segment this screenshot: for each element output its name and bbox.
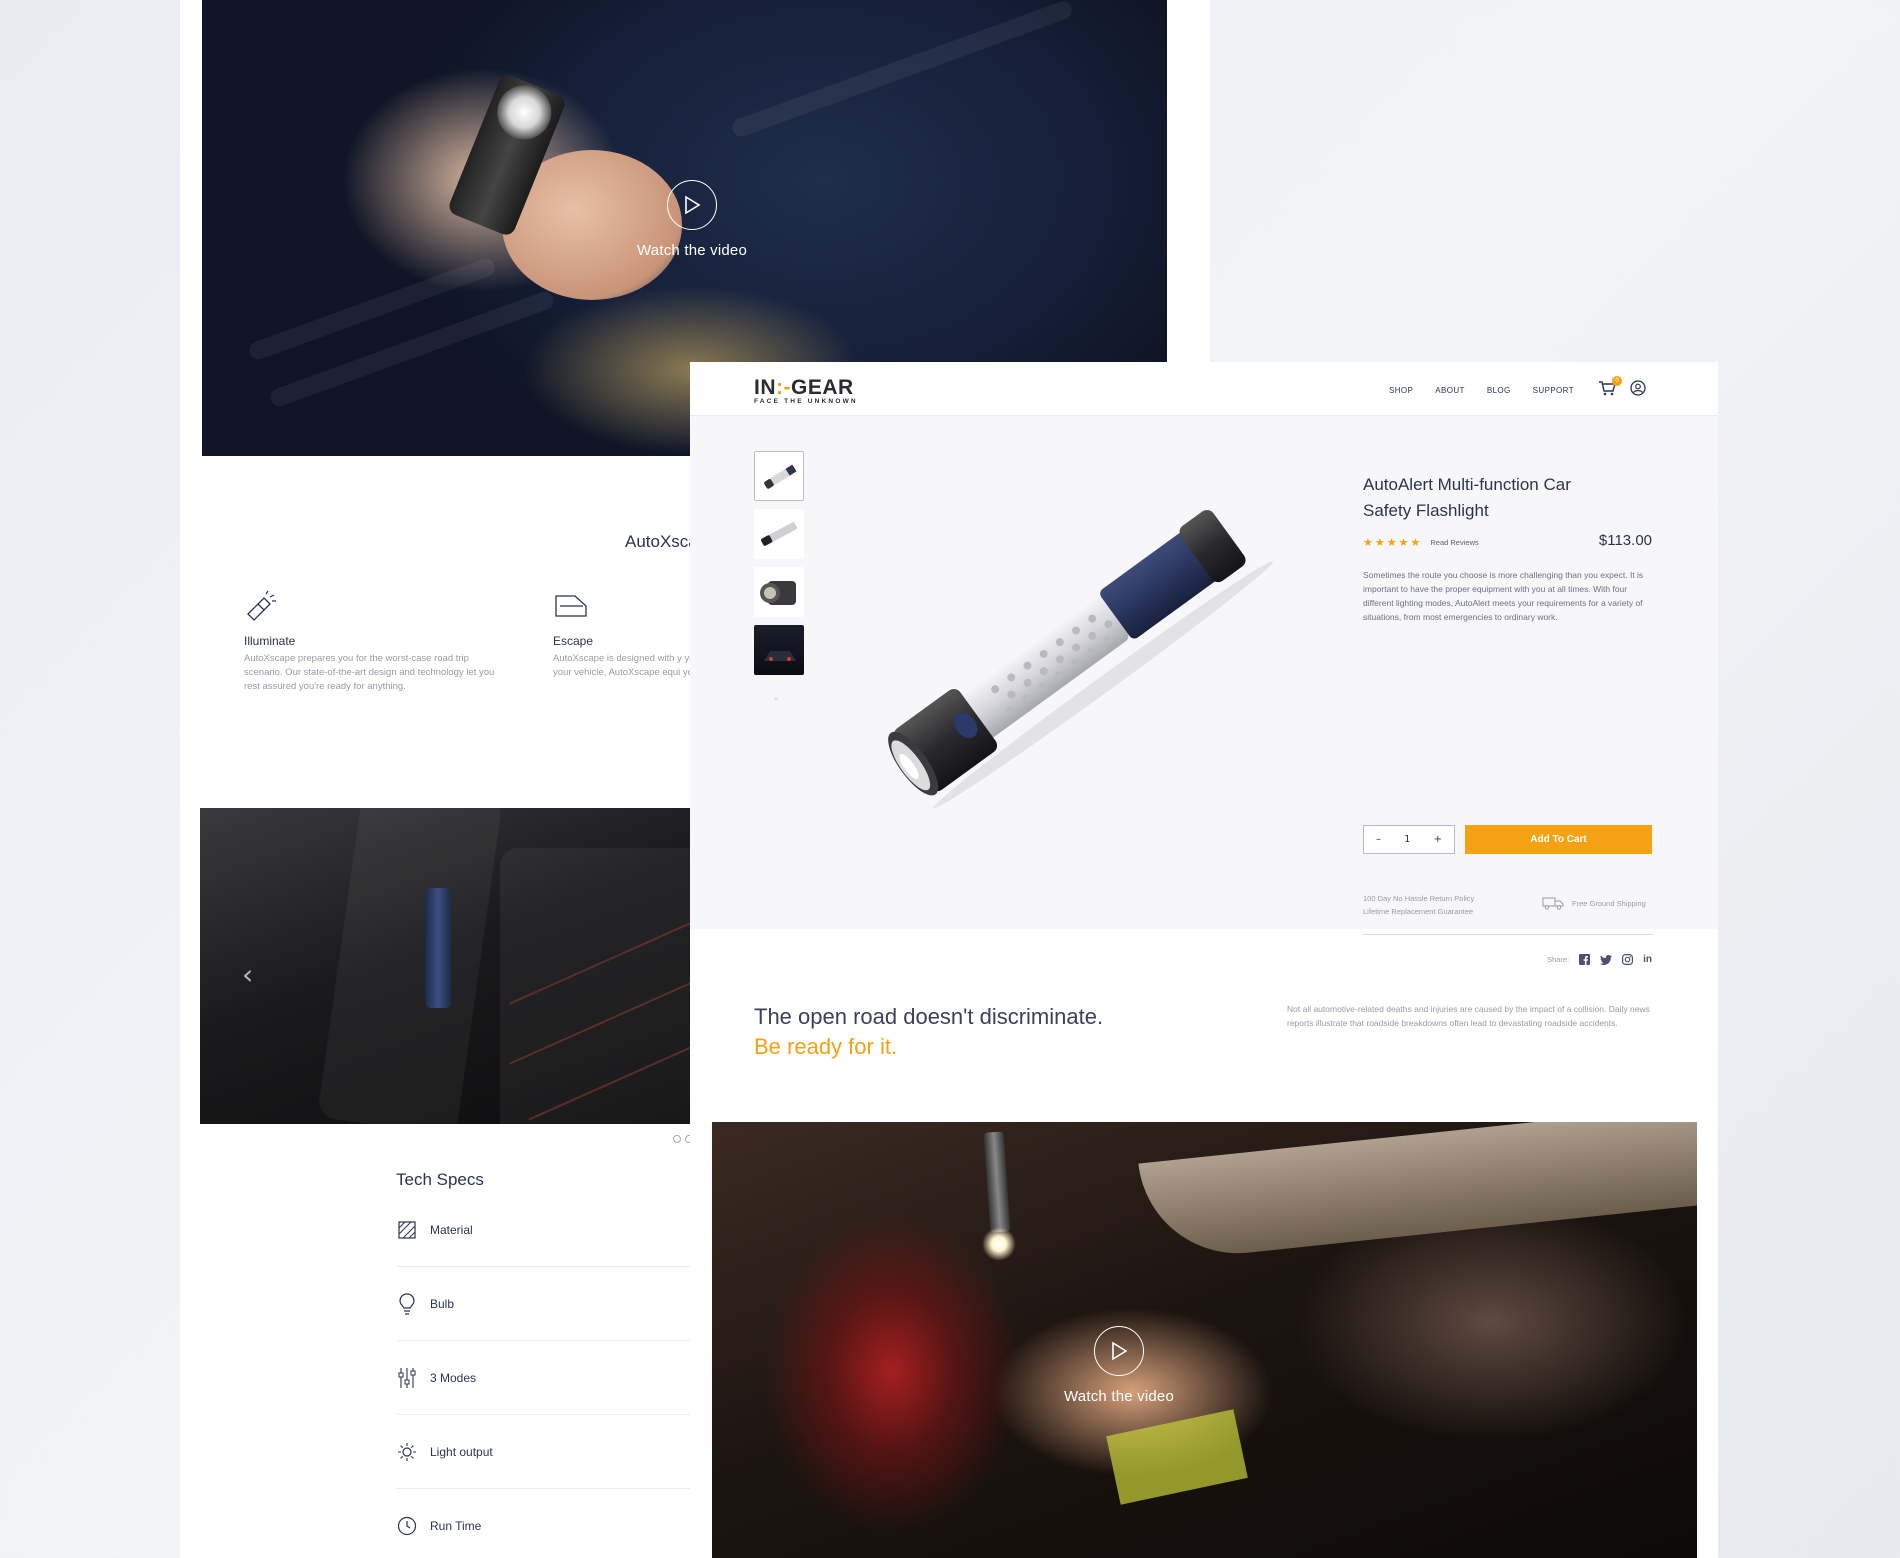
sliders-icon	[396, 1367, 418, 1389]
tagline-line-1: The open road doesn't discriminate.	[754, 1004, 1104, 1029]
hero-play[interactable]: Watch the video	[592, 180, 792, 259]
nav-support[interactable]: SUPPORT	[1533, 386, 1574, 395]
cart-count-badge: 0	[1612, 376, 1622, 386]
watch-video-label: Watch the video	[637, 242, 747, 259]
share-label: Share:	[1547, 955, 1570, 964]
star-icon: ★	[1363, 536, 1373, 549]
feature-title: Escape	[553, 634, 594, 648]
qty-value[interactable]: 1	[1404, 834, 1410, 845]
product-title: AutoAlert Multi-function Car Safety Flas…	[1363, 475, 1571, 520]
account-icon[interactable]	[1630, 380, 1646, 400]
star-icon: ★	[1386, 536, 1397, 549]
spec-row-modes: 3 Modes	[396, 1341, 696, 1415]
mounted-flashlight	[425, 888, 451, 1008]
cart-icon[interactable]: 0	[1598, 376, 1622, 400]
section-heading: AutoXsca	[625, 532, 698, 551]
feature-illuminate: Illuminate AutoXscape prepares you for t…	[244, 588, 504, 694]
tech-specs-heading: Tech Specs	[396, 1170, 484, 1189]
spec-label: Material	[430, 1222, 473, 1237]
feature-title: Illuminate	[244, 634, 296, 648]
feature-text: AutoXscape is designed with y you're str…	[553, 653, 713, 678]
clock-icon	[396, 1515, 418, 1537]
spec-row-light-output: Light output	[396, 1415, 696, 1489]
truck-icon	[1542, 897, 1564, 910]
car-door-icon	[555, 595, 587, 617]
thumbnail-3[interactable]	[754, 567, 804, 617]
material-icon	[396, 1219, 418, 1241]
logo-right: GEAR	[791, 376, 854, 399]
return-policy: 100 Day No Hassle Return Policy	[1363, 894, 1475, 903]
play-icon[interactable]	[1094, 1326, 1144, 1376]
spec-row-run-time: Run Time	[396, 1489, 696, 1558]
spec-label: 3 Modes	[430, 1370, 477, 1385]
divider	[1363, 934, 1653, 935]
star-icon: ★	[1410, 536, 1421, 549]
spec-label: Light output	[430, 1444, 493, 1459]
thumbnail-1[interactable]	[754, 451, 804, 501]
thumbnail-4[interactable]	[754, 625, 804, 675]
front-page: IN:-GEAR FACE THE UNKNOWN SHOP ABOUT BLO…	[690, 362, 1718, 1558]
qty-decrease-button[interactable]: –	[1376, 834, 1381, 845]
torch-in-video	[983, 1131, 1011, 1233]
thumbnails-down-chevron-icon[interactable]: ⌄	[772, 692, 780, 703]
top-nav: IN:-GEAR FACE THE UNKNOWN SHOP ABOUT BLO…	[690, 362, 1718, 416]
nav-about[interactable]: ABOUT	[1435, 386, 1465, 395]
feature-escape: Escape AutoXscape is designed with y you…	[553, 588, 713, 680]
watch-video-label: Watch the video	[1064, 1388, 1174, 1405]
star-icon: ★	[1374, 536, 1385, 549]
instagram-icon[interactable]	[1622, 950, 1634, 969]
logo-tagline: FACE THE UNKNOWN	[754, 398, 858, 405]
feature-text: AutoXscape prepares you for the worst-ca…	[244, 653, 495, 692]
carousel-prev-icon[interactable]: ‹	[242, 958, 253, 991]
shipping-label: Free Ground Shipping	[1572, 898, 1646, 908]
nav-icons: 0	[1598, 376, 1646, 400]
carousel-dot[interactable]	[673, 1135, 681, 1143]
interior-photo: ‹	[200, 808, 700, 1124]
tagline: The open road doesn't discriminate. Be r…	[754, 1002, 1103, 1062]
bulb-icon	[396, 1292, 418, 1315]
product-section: ⌄ AutoAlert Multi-function Car Safety Fl…	[690, 416, 1718, 966]
product-price: $113.00	[1598, 532, 1652, 549]
read-reviews-link[interactable]: Read Reviews	[1430, 538, 1478, 547]
tagline-line-2: Be ready for it.	[754, 1034, 898, 1059]
logo-left: IN	[754, 376, 776, 399]
nav-links: SHOP ABOUT BLOG SUPPORT	[1389, 386, 1574, 395]
spec-row-bulb: Bulb	[396, 1267, 696, 1341]
thumbnail-2[interactable]	[754, 509, 804, 559]
share-bar: Share: in	[1547, 950, 1652, 969]
nav-shop[interactable]: SHOP	[1389, 386, 1413, 395]
bottom-video[interactable]: Watch the video	[712, 1122, 1697, 1558]
policy-info: 100 Day No Hassle Return Policy Lifetime…	[1363, 892, 1474, 918]
product-image	[888, 509, 1274, 809]
spec-row-material: Material	[396, 1193, 696, 1267]
add-to-cart-button[interactable]: Add To Cart	[1465, 825, 1652, 854]
spec-label: Run Time	[430, 1519, 482, 1533]
logo[interactable]: IN:-GEAR FACE THE UNKNOWN	[754, 376, 858, 405]
product-description: Sometimes the route you choose is more c…	[1363, 570, 1644, 622]
qty-increase-button[interactable]: +	[1434, 834, 1442, 845]
side-note: Not all automotive-related deaths and in…	[1287, 1004, 1650, 1028]
flashlight-icon	[247, 590, 276, 621]
logo-accent: :-	[776, 376, 791, 399]
nav-blog[interactable]: BLOG	[1487, 386, 1511, 395]
quantity-stepper: – 1 +	[1363, 825, 1455, 854]
star-icon: ★	[1398, 536, 1409, 549]
shipping-info: Free Ground Shipping	[1542, 896, 1646, 910]
replacement-guarantee: Lifetime Replacement Guarantee	[1363, 907, 1474, 916]
facebook-icon[interactable]	[1579, 950, 1591, 969]
rating-stars: ★ ★ ★ ★ ★ Read Reviews	[1363, 536, 1479, 549]
bottom-play[interactable]: Watch the video	[1019, 1326, 1219, 1405]
spec-label: Bulb	[430, 1296, 455, 1311]
sun-icon	[396, 1441, 418, 1463]
twitter-icon[interactable]	[1600, 950, 1613, 969]
play-icon[interactable]	[667, 180, 717, 230]
linkedin-icon[interactable]: in	[1643, 954, 1652, 965]
